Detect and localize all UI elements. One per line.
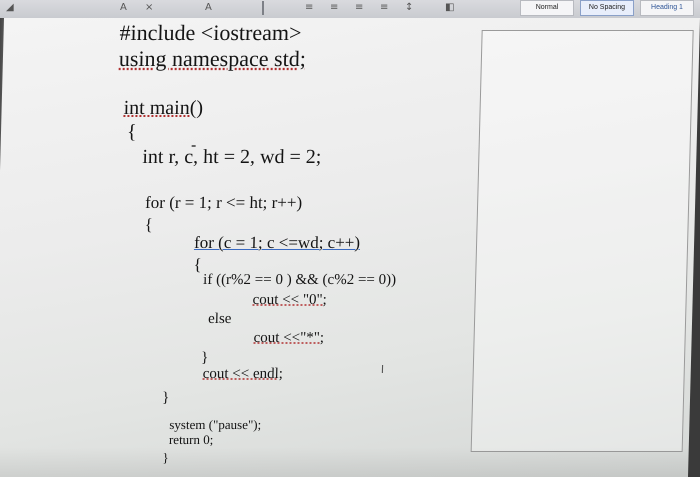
code-line-brace-open-c: {: [193, 255, 202, 274]
font-color-icon[interactable]: A: [205, 2, 212, 14]
i-beam-cursor-icon: I: [380, 363, 385, 376]
code-line-brace-open-r: {: [144, 215, 154, 234]
code-line-declarations: int r, c, ht = 2, wd = 2;: [142, 146, 322, 168]
style-no-spacing[interactable]: No Spacing: [580, 0, 634, 16]
code-line-cout-zero: cout << "0";: [252, 292, 327, 308]
code-line-return: return 0;: [168, 432, 214, 447]
code-line-else: else: [207, 311, 232, 327]
code-line-brace-open-main: {: [126, 121, 137, 143]
code-line-brace-close-c: }: [200, 350, 209, 366]
text-box[interactable]: [470, 30, 694, 452]
style-normal[interactable]: Normal: [520, 0, 574, 16]
code-line-cout-endl: cout << endl;: [202, 366, 284, 382]
ribbon-toolbar: ◢ A × A ≡ ≡ ≡ ≡ ↕ ◧ Normal No Spacing He…: [0, 0, 700, 19]
code-line-cout-star: cout <<"*";: [253, 330, 325, 346]
code-line-system-pause: system ("pause");: [169, 417, 262, 432]
code-line-main: int main(): [123, 97, 204, 119]
paste-icon[interactable]: ◢: [6, 2, 14, 14]
align-center-icon[interactable]: ≡: [330, 2, 338, 14]
code-line-using: using namespace std;: [118, 46, 307, 71]
code-line-for-c: for (c = 1; c <=wd; c++): [193, 233, 361, 252]
shading-icon[interactable]: ◧: [445, 2, 454, 14]
close-icon[interactable]: ×: [145, 2, 153, 14]
justify-icon[interactable]: ≡: [380, 2, 388, 14]
align-right-icon[interactable]: ≡: [355, 2, 363, 14]
page-shadow: [0, 447, 689, 477]
align-left-icon[interactable]: ≡: [305, 2, 313, 14]
code-line-for-r: for (r = 1; r <= ht; r++): [144, 193, 303, 212]
document-page[interactable]: #include <iostream> using namespace std;…: [0, 18, 700, 477]
line-spacing-icon[interactable]: ↕: [405, 2, 413, 14]
style-heading-1[interactable]: Heading 1: [640, 0, 694, 16]
code-line-brace-close-r: }: [161, 390, 170, 406]
code-line-include: #include <iostream>: [119, 20, 302, 45]
font-size-icon[interactable]: A: [120, 2, 127, 14]
divider: [262, 1, 264, 15]
code-line-if: if ((r%2 == 0 ) && (c%2 == 0)): [202, 272, 397, 288]
